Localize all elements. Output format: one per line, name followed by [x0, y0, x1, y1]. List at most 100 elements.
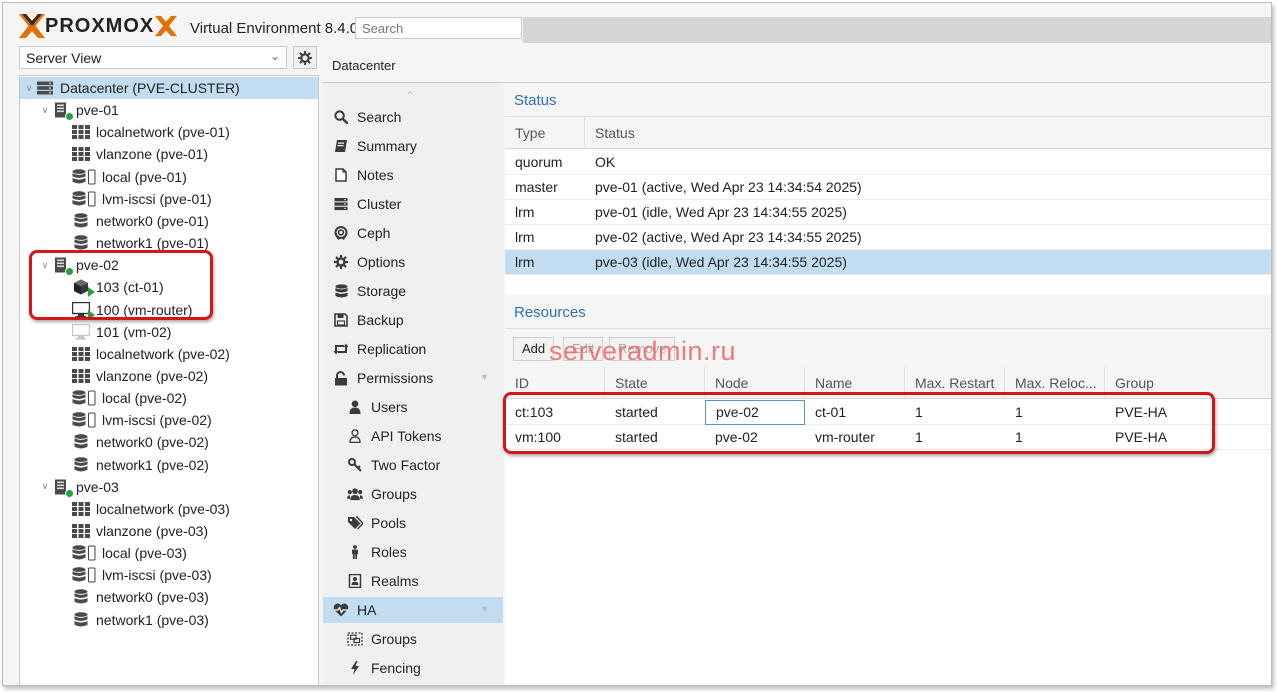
nav-item-options[interactable]: Options	[323, 249, 503, 275]
nav-item-permissions[interactable]: Permissions ▼	[323, 365, 503, 391]
nav-item-ceph[interactable]: Ceph	[323, 220, 503, 246]
tags-icon	[347, 515, 363, 531]
tree-item[interactable]: 101 (vm-02)	[20, 321, 318, 343]
chevron-down-icon[interactable]: ▼	[480, 604, 489, 614]
status-column-header[interactable]: Type	[505, 117, 585, 149]
tree-item[interactable]: localnetwork (pve-02)	[20, 343, 318, 365]
tree-item[interactable]: local (pve-01)	[20, 166, 318, 188]
nav-item-cluster[interactable]: Cluster	[323, 191, 503, 217]
chevron-down-icon[interactable]: ∨	[40, 481, 50, 492]
nav-item-ha[interactable]: HA ▼	[323, 597, 503, 623]
tree-item[interactable]: ∨ Datacenter (PVE-CLUSTER)	[20, 77, 318, 99]
tree-item-label: vlanzone (pve-01)	[96, 146, 209, 163]
tree-item[interactable]: local (pve-03)	[20, 542, 318, 564]
status-row[interactable]: lrm pve-01 (idle, Wed Apr 23 14:34:55 202…	[505, 200, 1271, 225]
tree-item[interactable]: vlanzone (pve-01)	[20, 143, 318, 165]
nav-item-realms-sub[interactable]: Realms	[323, 568, 503, 594]
tree-item[interactable]: lvm-iscsi (pve-02)	[20, 409, 318, 431]
nav-item-roles-sub[interactable]: Roles	[323, 539, 503, 565]
nav-item-search[interactable]: Search	[323, 104, 503, 130]
gear-icon	[333, 254, 349, 270]
nav-item-label: Realms	[371, 573, 419, 589]
storage-file-icon	[72, 567, 96, 583]
view-settings-button[interactable]	[293, 46, 317, 69]
chevron-down-icon: ⌄	[269, 49, 280, 63]
tree-item[interactable]: network1 (pve-03)	[20, 609, 318, 631]
status-row[interactable]: master pve-01 (active, Wed Apr 23 14:34:5…	[505, 175, 1271, 200]
scroll-up-icon[interactable]: ⌃	[405, 89, 415, 103]
proxmox-x-icon-right	[155, 15, 178, 37]
heartbeat-icon	[333, 602, 349, 618]
network-grid-icon	[72, 346, 90, 362]
chevron-down-icon[interactable]: ∨	[24, 83, 34, 94]
tree-item-label: localnetwork (pve-02)	[96, 345, 230, 362]
status-cell-type: quorum	[515, 154, 563, 170]
highlight-box-resources	[503, 392, 1215, 454]
status-column-header[interactable]: Status	[585, 117, 1271, 149]
nav-item-two-factor-sub[interactable]: Two Factor	[323, 452, 503, 478]
network-grid-icon	[72, 501, 90, 517]
user-icon	[347, 399, 363, 415]
tree-item[interactable]: network0 (pve-02)	[20, 431, 318, 453]
server-icon	[333, 196, 349, 212]
nav-item-label: API Tokens	[371, 428, 442, 444]
highlight-box-pve-02	[29, 250, 213, 320]
tree-item[interactable]: network0 (pve-01)	[20, 210, 318, 232]
nav-item-users-sub[interactable]: Users	[323, 394, 503, 420]
proxmox-window: PROXMOX Virtual Environment 8.4.0 Server…	[2, 2, 1272, 686]
nav-item-api-tokens-sub[interactable]: API Tokens	[323, 423, 503, 449]
nav-item-label: Fencing	[371, 660, 421, 676]
status-row[interactable]: lrm pve-03 (idle, Wed Apr 23 14:34:55 202…	[505, 250, 1271, 275]
tree-item[interactable]: vlanzone (pve-02)	[20, 365, 318, 387]
nav-item-label: Replication	[357, 341, 427, 357]
status-row[interactable]: lrm pve-02 (active, Wed Apr 23 14:34:55 2…	[505, 225, 1271, 250]
chevron-down-icon[interactable]: ▼	[480, 372, 489, 382]
tree-item[interactable]: vlanzone (pve-03)	[20, 520, 318, 542]
add-button[interactable]: Add	[513, 337, 555, 361]
nav-item-label: Summary	[357, 138, 417, 154]
tree-item[interactable]: ∨ pve-01	[20, 99, 318, 122]
nav-item-storage[interactable]: Storage	[323, 278, 503, 304]
tree-item[interactable]: ∨ pve-03	[20, 476, 318, 498]
datacenter-nav: ⌃ Search Summary Notes Cluster Ceph Options St…	[323, 83, 503, 685]
tree-item[interactable]: localnetwork (pve-03)	[20, 498, 318, 520]
tree-item-label: network1 (pve-02)	[96, 456, 209, 473]
nav-item-replication[interactable]: Replication	[323, 336, 503, 362]
ceph-icon	[333, 225, 349, 241]
network-grid-icon	[72, 523, 90, 539]
breadcrumb: Datacenter	[332, 58, 396, 73]
chevron-down-icon[interactable]: ∨	[40, 105, 50, 116]
nav-item-label: Users	[371, 399, 408, 415]
nav-item-groups-sub[interactable]: Groups	[323, 481, 503, 507]
global-search-input[interactable]	[355, 17, 522, 39]
tree-item-label: Datacenter (PVE-CLUSTER)	[60, 80, 240, 96]
status-row[interactable]: quorum OK	[505, 150, 1271, 175]
nav-item-fencing-sub[interactable]: Fencing	[323, 655, 503, 681]
user-outline-icon	[347, 428, 363, 444]
status-panel-title: Status	[505, 83, 1271, 117]
tree-item-label: lvm-iscsi (pve-02)	[102, 412, 212, 429]
retweet-icon	[333, 341, 349, 357]
tree-item-label: network0 (pve-03)	[96, 589, 209, 606]
status-cell-type: lrm	[515, 229, 535, 245]
watermark: serveradmin.ru	[549, 336, 737, 366]
server-view-select[interactable]: Server View ⌄	[19, 46, 287, 69]
tree-item[interactable]: local (pve-02)	[20, 387, 318, 409]
tree-item[interactable]: lvm-iscsi (pve-03)	[20, 564, 318, 586]
logo-text: PROXMOX	[45, 14, 155, 37]
tree-item-label: lvm-iscsi (pve-01)	[102, 190, 212, 207]
tree-item[interactable]: network0 (pve-03)	[20, 586, 318, 608]
tree-item[interactable]: lvm-iscsi (pve-01)	[20, 188, 318, 210]
nav-item-notes[interactable]: Notes	[323, 162, 503, 188]
nav-item-backup[interactable]: Backup	[323, 307, 503, 333]
nav-item-pools-sub[interactable]: Pools	[323, 510, 503, 536]
status-cell-type: lrm	[515, 204, 535, 220]
nav-item-label: Roles	[371, 544, 407, 560]
nav-item-label: Groups	[371, 631, 417, 647]
search-icon	[333, 109, 349, 125]
nav-item-summary[interactable]: Summary	[323, 133, 503, 159]
tree-item[interactable]: network1 (pve-02)	[20, 454, 318, 476]
status-cell-status: pve-02 (active, Wed Apr 23 14:34:55 2025…	[595, 229, 862, 245]
tree-item[interactable]: localnetwork (pve-01)	[20, 121, 318, 143]
nav-item-groups-sub[interactable]: Groups	[323, 626, 503, 652]
